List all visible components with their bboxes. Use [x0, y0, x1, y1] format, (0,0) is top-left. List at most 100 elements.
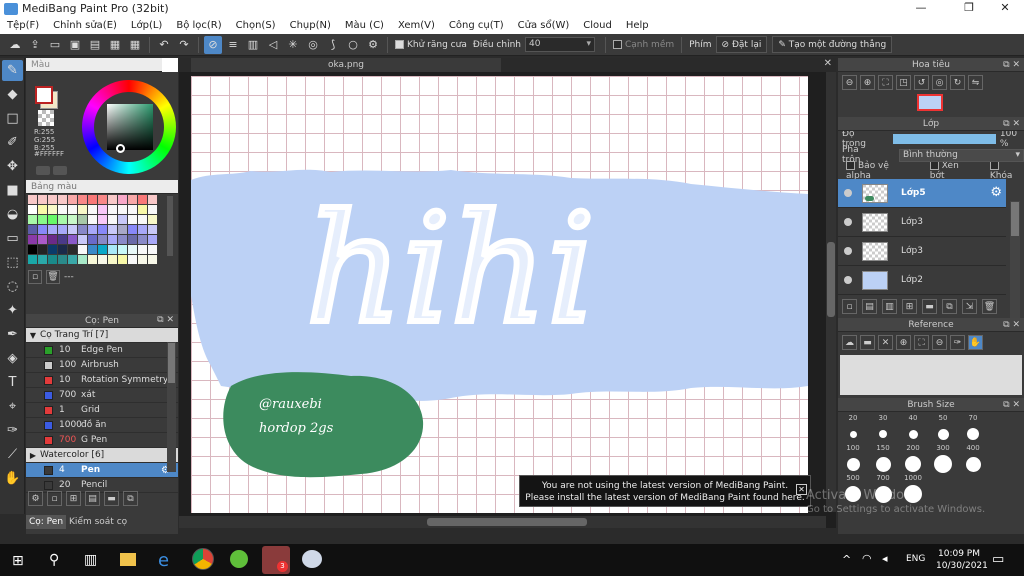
redo-icon[interactable]: ↷ — [175, 36, 193, 54]
swatch-cell[interactable] — [128, 235, 137, 244]
layer-folder-icon[interactable]: ▬ — [922, 299, 937, 314]
brush-item[interactable]: 700 xát — [26, 388, 178, 403]
file-explorer-icon[interactable] — [120, 553, 136, 566]
lock-option[interactable]: Khóa — [989, 161, 1024, 181]
swatch-cell[interactable] — [78, 225, 87, 234]
visibility-eye-icon[interactable] — [844, 247, 852, 255]
copy-brush-icon[interactable]: ▤ — [85, 491, 100, 506]
swatch-cell[interactable] — [148, 205, 157, 214]
swatch-cell[interactable] — [78, 205, 87, 214]
swatch-cell[interactable] — [98, 245, 107, 254]
comment-icon[interactable]: ▭ — [46, 36, 64, 54]
swatch-cell[interactable] — [98, 225, 107, 234]
layer-row[interactable]: Lớp3 — [838, 237, 1006, 266]
swatch-cell[interactable] — [88, 255, 97, 264]
visibility-eye-icon[interactable] — [844, 189, 852, 197]
swatch-cell[interactable] — [148, 225, 157, 234]
swatch-cell[interactable] — [138, 245, 147, 254]
menu-file[interactable]: Tệp(F) — [0, 20, 46, 31]
menu-capture[interactable]: Chụp(N) — [283, 20, 338, 31]
menu-cloud[interactable]: Cloud — [576, 20, 619, 31]
divide-tool-icon[interactable]: ⟋ — [2, 444, 23, 465]
swatch-cell[interactable] — [28, 245, 37, 254]
zoom-out-icon[interactable]: ⊖ — [842, 75, 857, 90]
brush-item[interactable]: 10 Rotation Symmetry — [26, 373, 178, 388]
actual-size-icon[interactable]: ◳ — [896, 75, 911, 90]
reference-hand-icon[interactable]: ✋ — [968, 335, 983, 350]
save-icon[interactable]: ▣ — [66, 36, 84, 54]
cross-snap-icon[interactable]: ▥ — [244, 36, 262, 54]
brush-size-dot[interactable] — [875, 456, 891, 472]
swatch-cell[interactable] — [58, 205, 67, 214]
layer-row[interactable]: Lớp2 — [838, 266, 1006, 295]
swatch-cell[interactable] — [68, 195, 77, 204]
swatch-cell[interactable] — [68, 225, 77, 234]
fill-rect-tool-icon[interactable]: ■ — [2, 180, 23, 201]
transparent-swatch[interactable] — [38, 110, 54, 126]
layer-scrollbar[interactable] — [1010, 201, 1020, 321]
swatch-cell[interactable] — [28, 215, 37, 224]
swatch-cell[interactable] — [108, 245, 117, 254]
brush-group[interactable]: ▼ Cọ Trang Trí [7] — [26, 328, 178, 343]
move-tool-icon[interactable]: ✥ — [2, 156, 23, 177]
brush-size-dot[interactable] — [879, 430, 887, 438]
antialias-checkbox[interactable] — [395, 39, 404, 49]
menu-edit[interactable]: Chỉnh sửa(E) — [46, 20, 124, 31]
swatch-cell[interactable] — [58, 225, 67, 234]
swatch-cell[interactable] — [108, 225, 117, 234]
swatch-cell[interactable] — [148, 215, 157, 224]
grid-icon[interactable]: ▦ — [126, 36, 144, 54]
swatch-cell[interactable] — [128, 205, 137, 214]
swatch-cell[interactable] — [138, 215, 147, 224]
layer-controls[interactable]: ⧉ ✕ — [1003, 117, 1020, 131]
brush-size-dot[interactable] — [908, 429, 918, 439]
swatch-cell[interactable] — [128, 195, 137, 204]
swatch-cell[interactable] — [38, 215, 47, 224]
swatch-cell[interactable] — [48, 225, 57, 234]
adjust-combo[interactable]: 40 — [524, 37, 595, 52]
swatch-cell[interactable] — [78, 235, 87, 244]
swatch-cell[interactable] — [108, 235, 117, 244]
navigator-thumbnail[interactable] — [917, 94, 943, 111]
vanish-snap-icon[interactable]: ◁ — [264, 36, 282, 54]
hscroll-thumb[interactable] — [427, 518, 587, 526]
swatch-cell[interactable] — [118, 205, 127, 214]
reference-area[interactable] — [840, 355, 1022, 395]
color-mode-button[interactable] — [36, 166, 50, 175]
brush-item[interactable]: 700 G Pen — [26, 433, 178, 448]
parallel-snap-icon[interactable]: ≡ — [224, 36, 242, 54]
delete-swatch-icon[interactable]: 🗑 — [46, 270, 60, 284]
swatch-cell[interactable] — [38, 255, 47, 264]
swatch-cell[interactable] — [108, 215, 117, 224]
swatch-cell[interactable] — [28, 195, 37, 204]
brush-scroll-thumb[interactable] — [168, 343, 175, 383]
delete-layer-icon[interactable]: 🗑 — [982, 299, 997, 314]
swatch-cell[interactable] — [48, 255, 57, 264]
visibility-eye-icon[interactable] — [844, 276, 852, 284]
swatch-cell[interactable] — [78, 215, 87, 224]
opacity-slider[interactable] — [893, 134, 996, 144]
swatch-cell[interactable] — [68, 255, 77, 264]
dot-tool-icon[interactable]: ✐ — [2, 132, 23, 153]
medibang-taskbar-icon[interactable] — [302, 550, 322, 568]
swatch-cell[interactable] — [148, 255, 157, 264]
minimize-button[interactable]: — — [904, 0, 938, 17]
menu-window[interactable]: Cửa sổ(W) — [511, 20, 577, 31]
swatch-cell[interactable] — [28, 205, 37, 214]
hue-knob[interactable] — [116, 144, 125, 153]
swatch-cell[interactable] — [88, 235, 97, 244]
swatch-cell[interactable] — [48, 245, 57, 254]
swatch-cell[interactable] — [68, 205, 77, 214]
brush-scrollbar[interactable] — [167, 342, 176, 472]
swatch-cell[interactable] — [48, 215, 57, 224]
swatch-cell[interactable] — [88, 195, 97, 204]
tab-brush[interactable]: Cọ: Pen — [26, 515, 67, 529]
select-eraser-tool-icon[interactable]: ◈ — [2, 348, 23, 369]
folder-icon[interactable]: ▬ — [104, 491, 119, 506]
foreground-color-swatch[interactable] — [35, 86, 53, 104]
new-halftone-layer-icon[interactable]: ▤ — [862, 299, 877, 314]
text-tool-icon[interactable]: T — [2, 372, 23, 393]
straight-line-button[interactable]: ✎ Tạo một đường thẳng — [772, 36, 893, 53]
tray-up-icon[interactable]: ^ — [842, 553, 851, 566]
circle-snap-icon[interactable]: ◎ — [304, 36, 322, 54]
